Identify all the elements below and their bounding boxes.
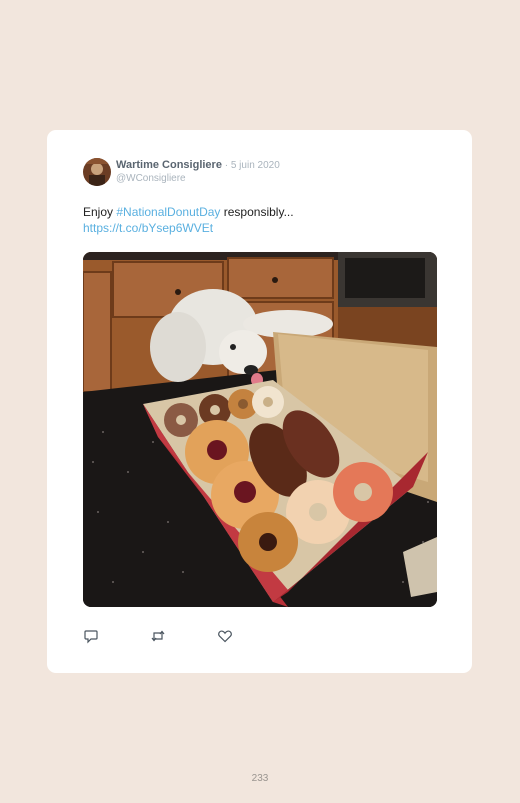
heart-icon[interactable] bbox=[217, 628, 233, 644]
date-separator: · bbox=[221, 160, 231, 171]
retweet-icon[interactable] bbox=[150, 628, 166, 644]
author-meta: Wartime Consigliere · 5 juin 2020 @WCons… bbox=[116, 159, 280, 185]
page-number: 233 bbox=[251, 773, 269, 784]
tweet-card: Wartime Consigliere · 5 juin 2020 @WCons… bbox=[47, 130, 472, 673]
page: Wartime Consigliere · 5 juin 2020 @WCons… bbox=[0, 0, 520, 803]
tweet-photo[interactable] bbox=[83, 252, 437, 607]
tweet-text: Enjoy #NationalDonutDay responsibly... h… bbox=[83, 204, 443, 236]
text-after: responsibly... bbox=[220, 205, 294, 219]
tweet-actions bbox=[83, 628, 284, 644]
reply-icon[interactable] bbox=[83, 628, 99, 644]
tweet-url-link[interactable]: https://t.co/bYsep6WVEt bbox=[83, 221, 213, 235]
name-row: Wartime Consigliere · 5 juin 2020 bbox=[116, 159, 280, 172]
text-before: Enjoy bbox=[83, 205, 117, 219]
author-handle[interactable]: @WConsigliere bbox=[116, 172, 280, 185]
hashtag-link[interactable]: #NationalDonutDay bbox=[116, 205, 220, 219]
tweet-date[interactable]: 5 juin 2020 bbox=[231, 160, 280, 171]
tweet-header: Wartime Consigliere · 5 juin 2020 @WCons… bbox=[83, 158, 280, 186]
avatar[interactable] bbox=[83, 158, 111, 186]
author-name[interactable]: Wartime Consigliere bbox=[116, 159, 222, 171]
